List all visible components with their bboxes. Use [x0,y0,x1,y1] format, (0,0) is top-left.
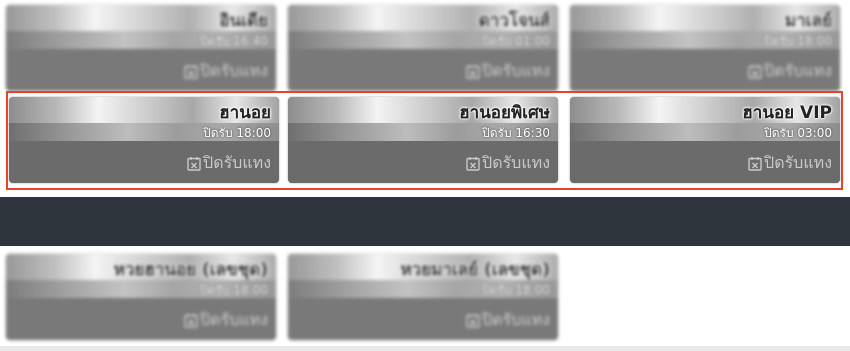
calendar-x-icon [466,314,480,328]
closed-status: ปิดรับแทง [184,308,268,333]
closed-label: ปิดรับแทง [200,310,268,329]
closed-status: ปิดรับแทง [466,59,550,84]
calendar-x-icon [184,65,198,79]
highlight-frame [6,91,843,190]
section-divider-band [0,197,850,246]
calendar-x-icon [184,314,198,328]
calendar-x-icon [466,65,480,79]
lottery-card-malay[interactable]: มาเลย์ ปิดรับ 18:00 ปิดรับแทง [570,5,840,91]
closed-status: ปิดรับแทง [466,308,550,333]
closed-label: ปิดรับแทง [764,61,832,80]
lottery-card-india[interactable]: อินเดีย ปิดรับ 16:40 ปิดรับแทง [6,5,276,91]
closed-status: ปิดรับแทง [748,59,832,84]
closed-label: ปิดรับแทง [482,61,550,80]
calendar-x-icon [748,65,762,79]
card-title: ดาวโจนส์ [478,11,550,31]
closed-label: ปิดรับแทง [482,310,550,329]
lottery-card-malay-set[interactable]: หวยมาเลย์ (เลขชุด) ปิดรับ 18:00 ปิดรับแท… [288,254,558,340]
card-title: หวยฮานอย (เลขชุด) [113,260,268,280]
closed-status: ปิดรับแทง [184,59,268,84]
bottom-divider [0,346,850,351]
lottery-card-hanoi-set[interactable]: หวยฮานอย (เลขชุด) ปิดรับ 18:00 ปิดรับแทง [6,254,276,340]
lottery-card-dowjones[interactable]: ดาวโจนส์ ปิดรับ 01:00 ปิดรับแทง [288,5,558,91]
card-title: มาเลย์ [785,11,832,31]
closed-label: ปิดรับแทง [200,61,268,80]
card-title: หวยมาเลย์ (เลขชุด) [400,260,550,280]
card-title: อินเดีย [219,11,268,31]
